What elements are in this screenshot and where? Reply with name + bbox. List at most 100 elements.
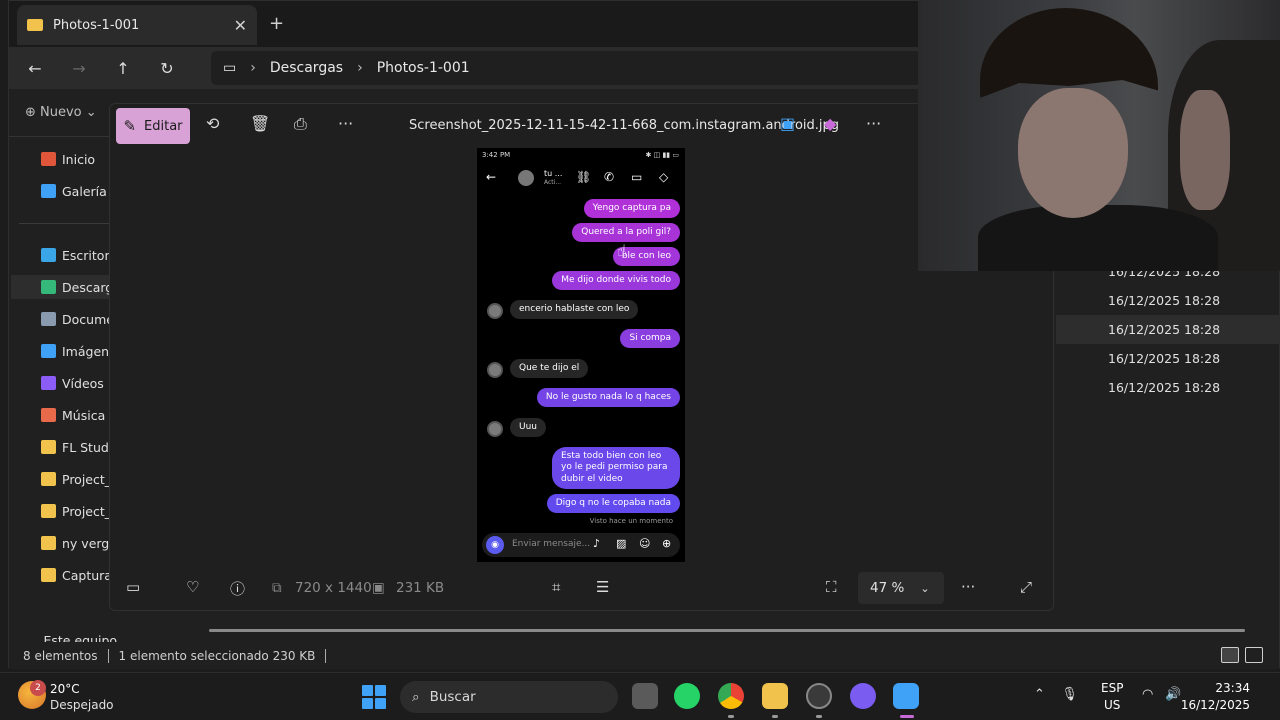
- viewer-toolbar: ✎ Editar ⟲ 🗑 ⎙ ··· Screenshot_2025-12-11-…: [110, 104, 1053, 148]
- new-button[interactable]: ⊕ Nuevo ⌄: [25, 105, 97, 120]
- up-arrow-icon[interactable]: ↑: [105, 59, 141, 78]
- tray-icons[interactable]: ⌃ 🎙: [1034, 687, 1078, 702]
- plus-icon: ⊕: [662, 537, 672, 550]
- list-item[interactable]: 16/12/2025 18:28: [1056, 344, 1280, 373]
- whatsapp-icon[interactable]: [674, 683, 700, 709]
- message-bubble: Quered a la poli gil?: [572, 223, 680, 243]
- sidebar-item-project-3[interactable]: Project_3: [41, 467, 119, 491]
- photos-app-icon[interactable]: [893, 683, 919, 709]
- back-arrow-icon[interactable]: ←: [17, 59, 53, 78]
- list-item[interactable]: 16/12/2025 18:28: [1056, 286, 1280, 315]
- phone-time: 3:42 PM: [482, 151, 511, 159]
- filmstrip-icon[interactable]: ▭: [126, 578, 140, 596]
- phone-call-icon: ✆: [604, 170, 615, 184]
- fit-screen-icon[interactable]: ⛶: [826, 578, 837, 596]
- message-bubble: Digo q no le copaba nada: [546, 494, 680, 514]
- camera-icon: ◉: [486, 536, 504, 554]
- print-icon[interactable]: ⎙: [294, 114, 307, 134]
- taskbar-search[interactable]: ⌕ Buscar: [400, 681, 618, 713]
- sidebar-item-videos[interactable]: Vídeos: [41, 371, 104, 395]
- copilot-icon[interactable]: ◆: [824, 114, 836, 133]
- sidebar-item-project-1[interactable]: Project_1: [41, 499, 119, 523]
- rotate-icon[interactable]: ⟲: [206, 114, 219, 133]
- text-extract-icon[interactable]: ☰: [596, 578, 609, 596]
- music-icon: [41, 408, 56, 422]
- person-face: [1018, 88, 1128, 218]
- new-tab-button[interactable]: +: [269, 13, 284, 34]
- sidebar-item-musica[interactable]: Música: [41, 403, 105, 427]
- selection-info: 1 elemento seleccionado 230 KB: [118, 649, 316, 663]
- breadcrumb-descargas[interactable]: Descargas: [270, 60, 343, 76]
- scan-icon[interactable]: ⌗: [552, 578, 560, 596]
- edit-button[interactable]: ✎ Editar: [116, 108, 190, 144]
- delete-icon[interactable]: 🗑: [250, 114, 270, 133]
- list-item[interactable]: 16/12/2025 18:28: [1056, 373, 1280, 402]
- file-name: Screenshot_2025-12-11-15-42-11-668_com.i…: [409, 118, 840, 133]
- more-options-icon[interactable]: ···: [866, 114, 881, 133]
- sidebar-item-este-equipo[interactable]: ⌄ Este equipo: [21, 628, 117, 643]
- file-explorer-icon[interactable]: [762, 683, 788, 709]
- expand-icon[interactable]: ⤢: [1020, 578, 1032, 596]
- address-bar[interactable]: ▭ › Descargas › Photos-1-001: [211, 51, 931, 85]
- chevron-down-icon: ⌄: [21, 632, 32, 643]
- tag-icon: ◇: [659, 170, 669, 184]
- download-icon: [41, 280, 56, 294]
- list-item[interactable]: 16/12/2025 18:28: [1056, 315, 1280, 344]
- running-indicator: [772, 715, 778, 718]
- clock-time[interactable]: 23:34: [1215, 681, 1250, 695]
- message-bubble: Yengo captura pa: [583, 199, 680, 219]
- wifi-icon[interactable]: ◠: [1142, 687, 1153, 702]
- document-icon: [41, 312, 56, 326]
- chevron-down-icon: ⌄: [920, 581, 930, 595]
- sidebar-item-inicio[interactable]: Inicio: [41, 147, 95, 171]
- details-view-button[interactable]: [1221, 647, 1239, 663]
- tab-photos[interactable]: Photos-1-001 ✕: [17, 5, 257, 45]
- instagram-chat-screenshot: 3:42 PM ✱ ◫ ▮▮ ▭ ← tu ... Acti... ⛓ ✆ ▭ …: [477, 148, 685, 562]
- task-view-icon[interactable]: [632, 683, 658, 709]
- info-icon[interactable]: ⓘ: [230, 578, 245, 599]
- hand-cursor-icon: ☝: [617, 241, 627, 260]
- message-bubble: Uuu: [510, 418, 546, 438]
- avatar: [487, 362, 503, 378]
- sidebar-item-galeria[interactable]: Galería: [41, 179, 107, 203]
- tiles-view-button[interactable]: [1245, 647, 1263, 663]
- folder-icon: [41, 472, 56, 486]
- zoom-dropdown[interactable]: 47 % ⌄: [858, 572, 944, 604]
- close-icon[interactable]: ✕: [234, 16, 247, 35]
- refresh-icon[interactable]: ↻: [149, 59, 185, 78]
- photos-app-icon[interactable]: ▣: [780, 114, 795, 133]
- sidebar-item-capturas[interactable]: Capturas: [41, 563, 118, 587]
- file-size: 231 KB: [396, 580, 445, 596]
- person-body: [978, 205, 1218, 271]
- sticker-icon: ☺: [639, 537, 651, 550]
- webcam-overlay: [918, 0, 1280, 271]
- temperature[interactable]: 20°C: [50, 682, 80, 696]
- compose-placeholder: Enviar mensaje...: [512, 539, 591, 549]
- more-icon[interactable]: ···: [961, 578, 975, 596]
- keyboard-layout[interactable]: US: [1104, 698, 1120, 712]
- language-indicator[interactable]: ESP: [1101, 681, 1123, 695]
- horizontal-scrollbar[interactable]: [209, 629, 1245, 632]
- microphone-icon: ♪: [593, 537, 601, 550]
- status-bar: 8 elementos 1 elemento seleccionado 230 …: [9, 643, 1279, 669]
- more-icon[interactable]: ···: [338, 114, 353, 133]
- weather-description[interactable]: Despejado: [50, 698, 114, 712]
- volume-icon[interactable]: 🔊: [1165, 687, 1181, 702]
- edit-icon: ✎: [123, 117, 137, 135]
- clock-date[interactable]: 16/12/2025: [1181, 698, 1250, 712]
- message-composer: ◉ Enviar mensaje... ♪ ▨ ☺ ⊕: [482, 533, 680, 557]
- message-bubble: Que te dijo el: [510, 359, 589, 379]
- start-button[interactable]: [362, 685, 386, 709]
- favorite-heart-icon[interactable]: ♡: [186, 578, 199, 596]
- contact-status: Acti...: [544, 179, 562, 186]
- chat-app-icon[interactable]: [850, 683, 876, 709]
- home-icon: [41, 152, 56, 166]
- forward-arrow-icon[interactable]: →: [61, 59, 97, 78]
- obs-icon[interactable]: [806, 683, 832, 709]
- breadcrumb-photos[interactable]: Photos-1-001: [377, 60, 470, 76]
- active-indicator: [900, 715, 914, 718]
- desktop-icon: [41, 248, 56, 262]
- chrome-icon[interactable]: [718, 683, 744, 709]
- message-bubble: No le gusto nada lo q haces: [536, 388, 680, 408]
- avatar: [487, 421, 503, 437]
